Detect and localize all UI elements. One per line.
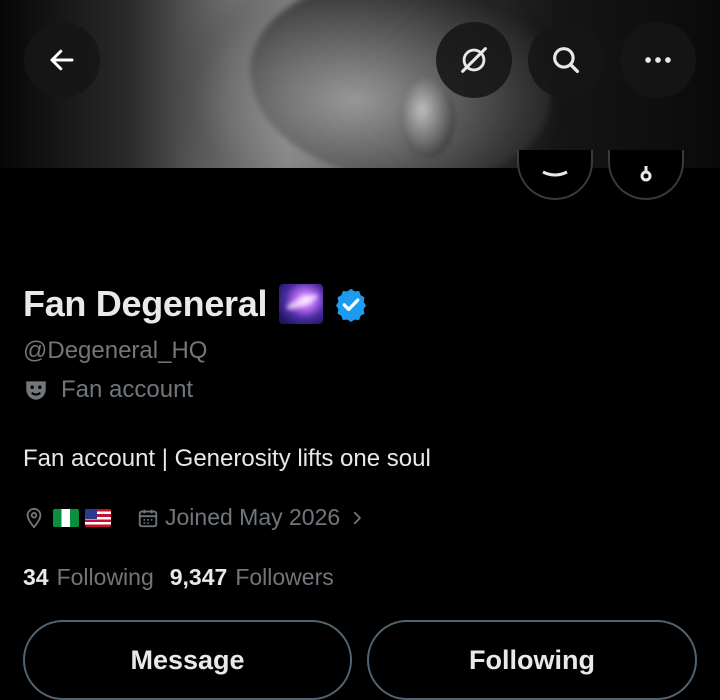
more-icon: [645, 57, 671, 63]
profile-handle: @Degeneral_HQ: [23, 337, 208, 364]
grok-button[interactable]: [436, 22, 512, 98]
calendar-icon: [138, 509, 158, 527]
notifications-button[interactable]: [608, 150, 684, 200]
grok-icon: [461, 47, 487, 73]
verified-badge-icon[interactable]: [333, 286, 369, 322]
profile-meta: Joined May 2026: [23, 504, 366, 531]
banner-photo-head: [250, 0, 550, 168]
profile-name-row: Fan Degeneral: [23, 283, 369, 325]
following-label[interactable]: Following: [57, 564, 154, 591]
usa-flag-icon: [85, 508, 111, 527]
category-label: Fan account: [61, 376, 194, 403]
message-button[interactable]: Message: [23, 620, 352, 700]
profile-bio: Fan account | Generosity lifts one soul: [23, 445, 431, 472]
back-button[interactable]: [24, 22, 100, 98]
chevron-right-icon[interactable]: [348, 509, 366, 527]
follow-stats: 34 Following 9,347 Followers: [23, 564, 342, 591]
joined-date[interactable]: Joined May 2026: [165, 504, 340, 531]
bell-icon: [640, 166, 652, 182]
galaxy-emoji-icon: [279, 284, 324, 324]
followers-count[interactable]: 9,347: [170, 564, 228, 591]
more-button[interactable]: [620, 22, 696, 98]
display-name: Fan Degeneral: [23, 283, 268, 324]
nigeria-flag-icon: [53, 508, 79, 527]
grok-icon: [542, 170, 568, 177]
following-count[interactable]: 34: [23, 564, 49, 591]
following-button[interactable]: Following: [367, 620, 697, 700]
banner-photo-ear: [400, 78, 455, 158]
followers-label[interactable]: Followers: [235, 564, 333, 591]
following-button-label: Following: [469, 644, 595, 675]
location-pin-icon: [26, 507, 42, 529]
profile-category: Fan account: [23, 376, 193, 404]
arrow-left-icon: [50, 49, 74, 71]
search-button[interactable]: [528, 22, 604, 98]
theater-mask-icon: [26, 381, 46, 400]
grok-profile-button[interactable]: [517, 150, 593, 200]
message-button-label: Message: [130, 644, 245, 675]
profile-banner[interactable]: [0, 0, 720, 168]
search-icon: [553, 47, 580, 74]
